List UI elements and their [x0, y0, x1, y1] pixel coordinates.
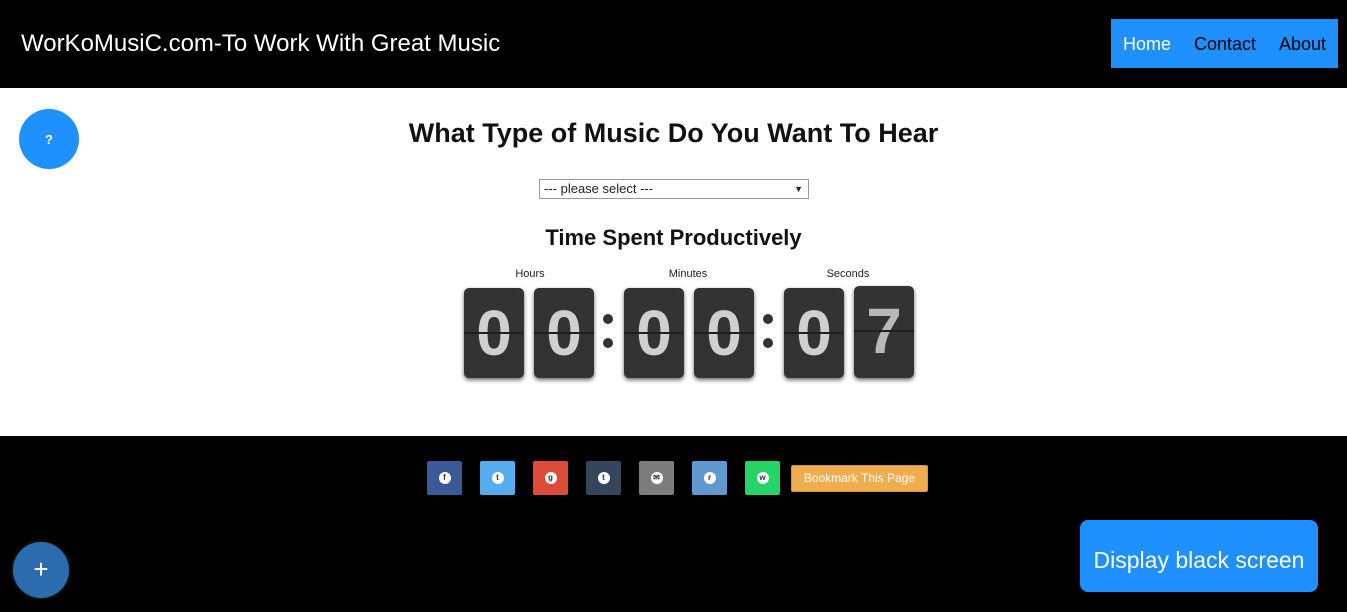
nav-home-link[interactable]: Home: [1123, 34, 1171, 55]
bookmark-button[interactable]: Bookmark This Page: [791, 465, 928, 492]
seconds-label: Seconds: [826, 268, 870, 280]
google-plus-icon: g: [544, 472, 557, 484]
seconds-tens-digit: 0: [784, 288, 844, 378]
hours-tens-digit: 0: [464, 288, 524, 378]
google-plus-share-button[interactable]: g: [533, 461, 568, 495]
reddit-share-button[interactable]: r: [692, 461, 727, 495]
facebook-icon: f: [438, 472, 451, 484]
add-button[interactable]: +: [13, 542, 69, 598]
email-icon: ✉: [650, 472, 663, 484]
twitter-share-button[interactable]: t: [480, 461, 515, 495]
facebook-share-button[interactable]: f: [427, 461, 462, 495]
hours-label: Hours: [515, 268, 545, 280]
minutes-ones-digit: 0: [694, 288, 754, 378]
seconds-ones-digit: 7: [854, 286, 914, 378]
timer-colon: [763, 306, 773, 352]
site-title: WorKoMusiC.com-To Work With Great Music: [21, 30, 501, 57]
music-type-select[interactable]: --- please select --- ▼: [539, 179, 809, 199]
nav-contact-link[interactable]: Contact: [1194, 34, 1256, 55]
dropdown-caret-icon: ▼: [794, 184, 803, 194]
timer-colon: [603, 306, 613, 352]
whatsapp-icon: w: [756, 472, 769, 484]
minutes-tens-digit: 0: [624, 288, 684, 378]
twitter-icon: t: [491, 472, 504, 484]
main-content: ? What Type of Music Do You Want To Hear…: [0, 88, 1347, 436]
reddit-icon: r: [703, 472, 716, 484]
page-heading: What Type of Music Do You Want To Hear: [408, 118, 939, 148]
minutes-label: Minutes: [668, 268, 708, 280]
display-black-screen-button[interactable]: Display black screen: [1080, 520, 1318, 592]
main-nav: Home Contact About: [1111, 19, 1338, 68]
nav-about-link[interactable]: About: [1279, 34, 1326, 55]
timer-heading: Time Spent Productively: [545, 225, 802, 250]
hours-ones-digit: 0: [534, 288, 594, 378]
tumblr-icon: t: [597, 472, 610, 484]
top-bar: WorKoMusiC.com-To Work With Great Music …: [0, 0, 1347, 88]
whatsapp-share-button[interactable]: w: [745, 461, 780, 495]
email-share-button[interactable]: ✉: [639, 461, 674, 495]
select-value: --- please select ---: [544, 181, 654, 196]
tumblr-share-button[interactable]: t: [586, 461, 621, 495]
